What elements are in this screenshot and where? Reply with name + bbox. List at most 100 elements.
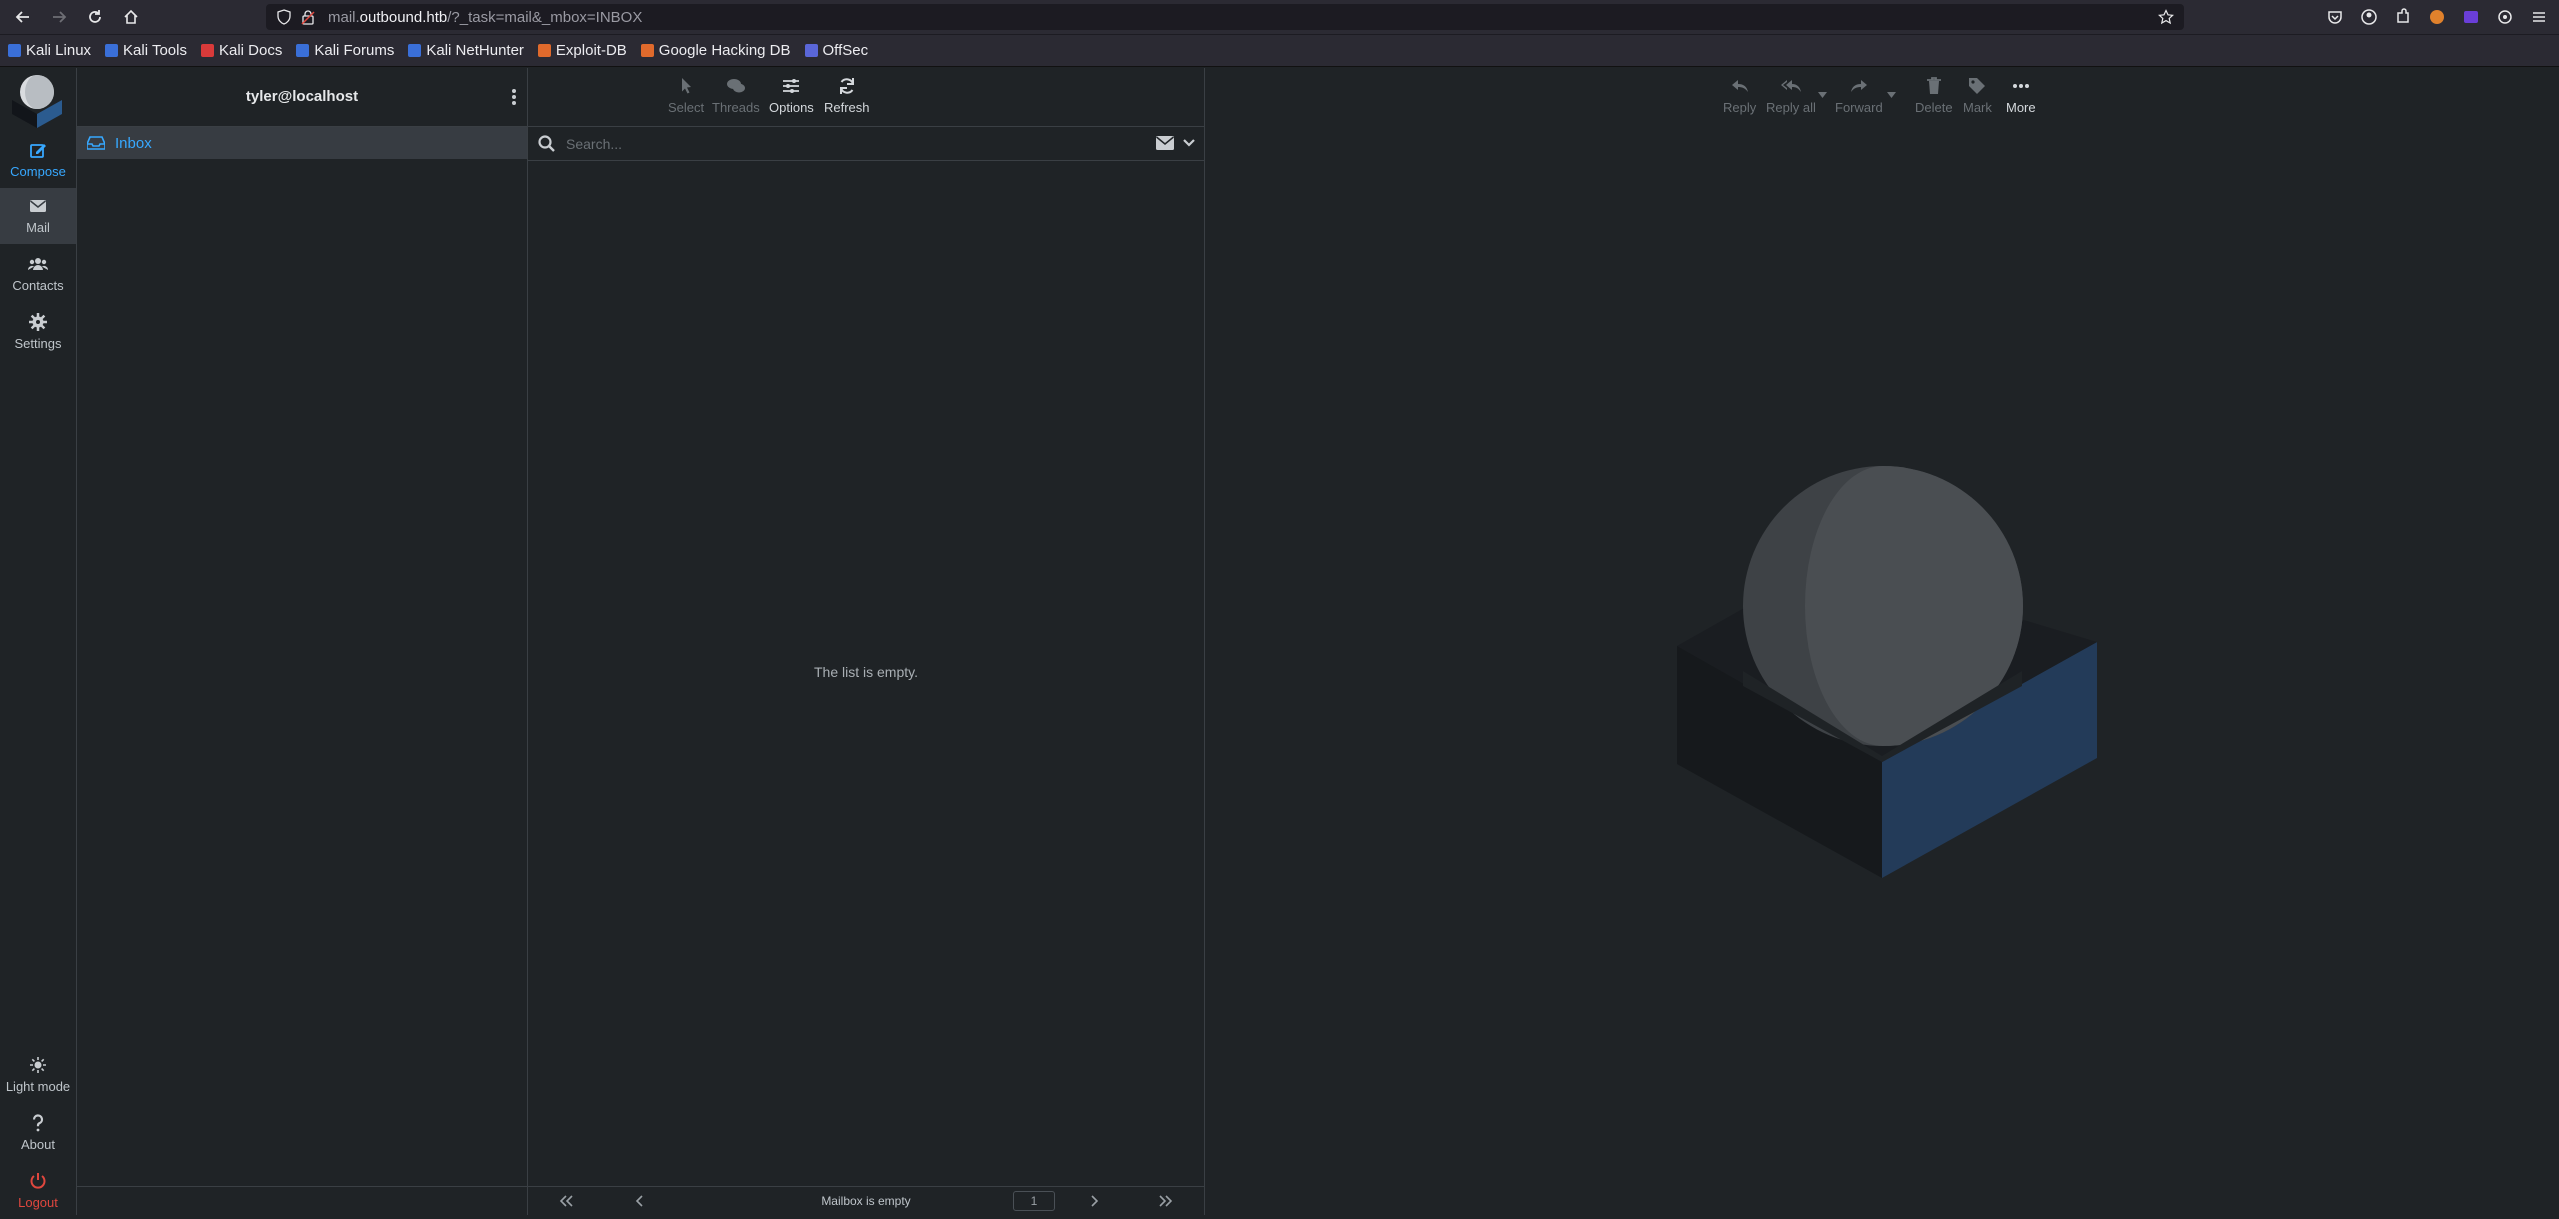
trash-icon [1926,77,1941,94]
mail-label: Mail [26,220,50,235]
more-button[interactable]: More [2006,76,2036,115]
shield-icon[interactable] [276,9,292,25]
reply-all-button[interactable]: Reply all [1766,76,1816,115]
delete-button[interactable]: Delete [1915,76,1953,115]
google-hacking-db-icon [640,44,654,57]
roundcube-logo[interactable] [10,72,64,128]
options-button[interactable]: Options [769,76,814,115]
extensions-icon[interactable] [2393,7,2413,27]
lock-icon[interactable] [300,9,316,25]
mark-button[interactable]: Mark [1963,76,1992,115]
folder-pane-header: tyler@localhost [77,68,527,127]
folder-pane-footer [77,1186,527,1215]
refresh-button[interactable]: Refresh [824,76,870,115]
envelope-icon [30,200,46,212]
more-dots-icon [2012,84,2029,88]
folder-item-inbox[interactable]: Inbox [77,127,527,159]
question-icon [32,1114,44,1132]
url-path: /?_task=mail&_mbox=INBOX [447,9,643,26]
browser-extension-icons [2325,7,2549,27]
extension-orange-icon[interactable] [2427,7,2447,27]
mail-button[interactable]: Mail [0,188,76,244]
forward-icon[interactable] [50,8,68,26]
list-toolbar: Select Threads Options Refresh [528,68,1204,126]
reply-all-icon [1780,80,1801,92]
kali-docs-icon [200,44,214,57]
page-number-input[interactable] [1013,1191,1055,1211]
settings-button[interactable]: Settings [0,304,76,360]
refresh-icon [839,78,854,94]
settings-gear-icon[interactable] [2495,7,2515,27]
back-icon[interactable] [14,8,32,26]
pointer-icon [682,78,692,94]
search-scope-envelope-icon[interactable] [1156,136,1174,150]
bookmark-kali-tools[interactable]: Kali Tools [105,42,187,59]
extension-purple-icon[interactable] [2461,7,2481,27]
about-button[interactable]: About [0,1105,76,1161]
bookmark-label: Kali Tools [123,42,187,59]
bookmark-kali-nethunter[interactable]: Kali NetHunter [408,42,524,59]
folder-pane: tyler@localhost Inbox [77,68,528,1215]
gear-icon [29,313,47,331]
compose-label: Compose [10,164,66,179]
select-button[interactable]: Select [668,76,704,115]
last-page-icon[interactable] [1158,1194,1174,1208]
bookmark-offsec[interactable]: OffSec [804,42,869,59]
bookmark-star-icon[interactable] [2158,9,2174,25]
delete-label: Delete [1915,100,1953,115]
kali-forums-icon [296,44,310,57]
about-label: About [21,1137,55,1152]
bookmark-kali-linux[interactable]: Kali Linux [8,42,91,59]
refresh-label: Refresh [824,100,870,115]
bookmark-kali-docs[interactable]: Kali Docs [200,42,282,59]
contacts-button[interactable]: Contacts [0,246,76,302]
bookmark-label: Exploit-DB [555,42,627,59]
folder-actions-menu-icon[interactable] [507,86,521,108]
message-preview-pane: Reply Reply all Forward Delete Mark More [1205,68,2559,1215]
search-input[interactable] [564,131,1128,157]
reply-all-label: Reply all [1766,100,1816,115]
forward-chevron-down-icon[interactable] [1887,92,1896,98]
bookmark-kali-forums[interactable]: Kali Forums [296,42,394,59]
account-icon[interactable] [2359,7,2379,27]
sliders-icon [783,79,800,93]
contacts-label: Contacts [12,278,64,293]
url-bar[interactable]: mail.outbound.htb/?_task=mail&_mbox=INBO… [266,4,2184,30]
empty-list-message: The list is empty. [814,664,918,680]
light-mode-button[interactable]: Light mode [0,1047,76,1103]
url-text: mail.outbound.htb/?_task=mail&_mbox=INBO… [328,9,642,26]
search-options-chevron-down-icon[interactable] [1182,137,1196,149]
more-label: More [2006,100,2036,115]
search-icon[interactable] [538,135,555,152]
pocket-icon[interactable] [2325,7,2345,27]
message-list-pane: Select Threads Options Refresh The list … [528,68,1205,1215]
compose-button[interactable]: Compose [0,132,76,188]
sun-icon [30,1057,46,1073]
forward-button[interactable]: Forward [1835,76,1883,115]
mark-label: Mark [1963,100,1992,115]
options-label: Options [769,100,814,115]
reply-all-chevron-down-icon[interactable] [1818,92,1827,98]
inbox-icon [87,136,105,150]
home-icon[interactable] [122,8,140,26]
bookmark-exploit-db[interactable]: Exploit-DB [537,42,627,59]
reply-button[interactable]: Reply [1723,76,1756,115]
reload-icon[interactable] [86,8,104,26]
browser-toolbar: mail.outbound.htb/?_task=mail&_mbox=INBO… [0,0,2559,35]
threads-icon [726,79,745,93]
logout-button[interactable]: Logout [0,1163,76,1219]
bookmark-label: Kali NetHunter [426,42,524,59]
threads-button[interactable]: Threads [712,76,760,115]
roundcube-watermark-logo [1677,466,2097,878]
kali-tools-icon [105,44,119,57]
bookmark-google-hacking-db[interactable]: Google Hacking DB [640,42,791,59]
tag-icon [1969,78,1986,94]
reply-label: Reply [1723,100,1757,115]
exploit-db-icon [537,44,551,57]
menu-icon[interactable] [2529,7,2549,27]
roundcube-app: Compose Mail Contacts Settings Light mod… [0,68,2559,1215]
mailbox-status-text: Mailbox is empty [821,1194,911,1208]
bookmark-label: OffSec [822,42,869,59]
folder-label: Inbox [115,134,152,152]
next-page-icon[interactable] [1086,1194,1102,1208]
